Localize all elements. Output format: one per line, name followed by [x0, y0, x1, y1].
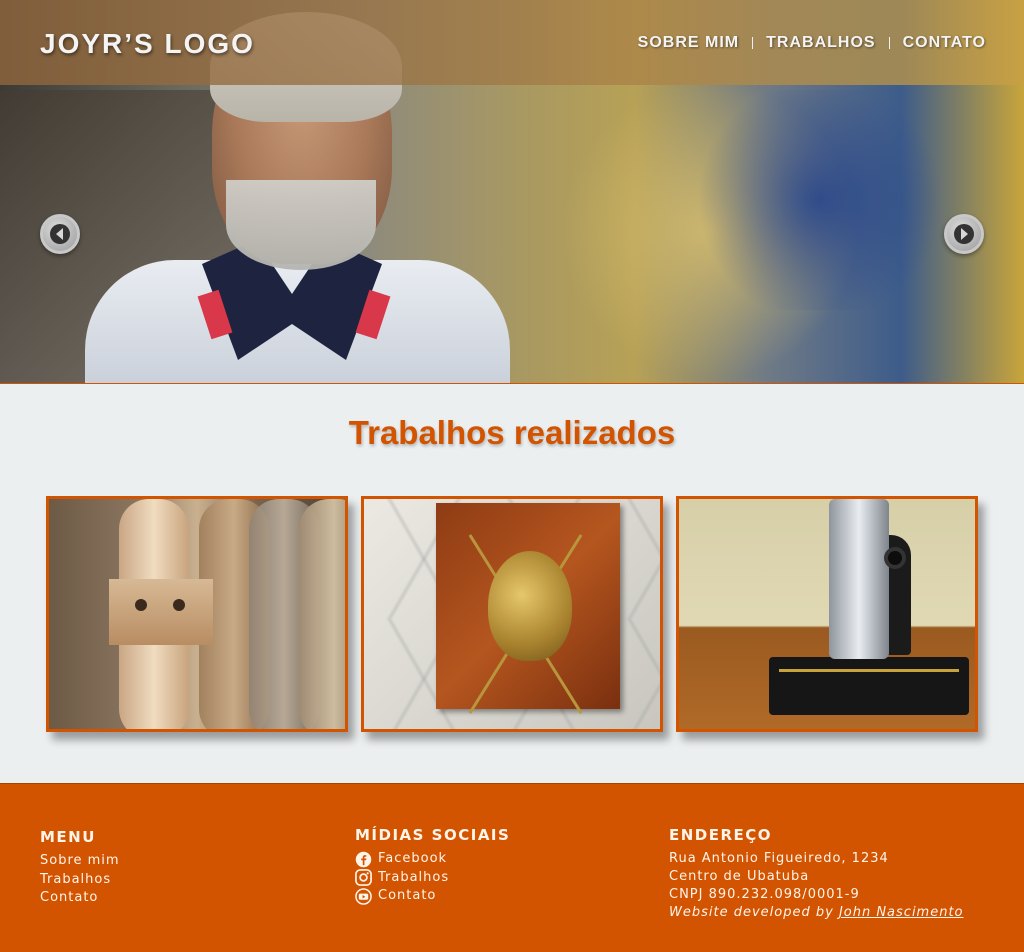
wood-leg-shape: [299, 499, 345, 729]
footer-menu-link-trabalhos[interactable]: Trabalhos: [40, 871, 120, 890]
address-line: CNPJ 890.232.098/0001-9: [669, 887, 860, 902]
site-logo[interactable]: JOYR’S LOGO: [40, 28, 255, 60]
machine-body-shape: [829, 499, 889, 659]
wood-block-shape: [109, 579, 213, 645]
nav-link-sobre-mim[interactable]: SOBRE MIM: [638, 34, 739, 52]
footer-menu-link-sobre-mim[interactable]: Sobre mim: [40, 852, 120, 871]
developer-credit-prefix: Website developed by: [669, 905, 839, 920]
footer-social-label: Facebook: [378, 851, 448, 866]
arrow-left-circle-icon[interactable]: [40, 214, 80, 254]
footer-social-column: MÍDIAS SOCIAIS Facebook Trabalhos Contat…: [355, 826, 510, 906]
work-thumbnail-wood-legs[interactable]: [46, 496, 348, 732]
machine-wheel-shape: [884, 547, 906, 569]
works-gallery: [46, 496, 978, 732]
footer-menu-column: MENU Sobre mim Trabalhos Contato: [40, 828, 120, 908]
footer-social-title: MÍDIAS SOCIAIS: [355, 826, 511, 844]
nav-separator: [752, 37, 754, 49]
arrow-left-icon: [50, 224, 70, 244]
developer-link[interactable]: John Nascimento: [839, 904, 964, 922]
site-footer: MENU Sobre mim Trabalhos Contato MÍDIAS …: [0, 783, 1024, 952]
footer-menu-title: MENU: [40, 828, 96, 846]
footer-menu-link-contato[interactable]: Contato: [40, 889, 120, 908]
facebook-icon: [355, 851, 372, 868]
arrow-right-circle-icon[interactable]: [944, 214, 984, 254]
footer-address-title: ENDEREÇO: [669, 826, 773, 844]
youtube-icon: [355, 887, 372, 905]
hero-person-beard: [226, 180, 376, 270]
wood-hole-shape: [173, 599, 185, 611]
developer-credit: Website developed by John Nascimento: [669, 904, 964, 922]
wood-hole-shape: [135, 599, 147, 611]
nav-link-trabalhos[interactable]: TRABALHOS: [766, 34, 875, 52]
hero-bg-shape: [700, 90, 940, 310]
instagram-icon: [355, 869, 372, 887]
arrow-right-icon: [954, 224, 974, 244]
address-line: Centro de Ubatuba: [669, 869, 810, 884]
main-nav: SOBRE MIM TRABALHOS CONTATO: [638, 34, 986, 52]
machine-bed-trim: [779, 669, 959, 672]
nav-link-contato[interactable]: CONTATO: [903, 34, 986, 52]
footer-social-link-facebook[interactable]: Facebook: [355, 850, 510, 869]
footer-social-label: Trabalhos: [378, 869, 450, 885]
works-title: Trabalhos realizados: [348, 414, 676, 451]
nav-separator: [888, 37, 890, 49]
address-line: Rua Antonio Figueiredo, 1234: [669, 851, 889, 866]
work-thumbnail-sewing-machine[interactable]: [676, 496, 978, 732]
work-thumbnail-plaque[interactable]: [361, 496, 663, 732]
footer-social-link-instagram[interactable]: Trabalhos: [355, 869, 510, 888]
footer-social-link-youtube[interactable]: Contato: [355, 887, 510, 906]
shield-shape: [488, 551, 572, 661]
machine-bed-shape: [769, 657, 969, 715]
footer-address-column: ENDEREÇO Rua Antonio Figueiredo, 1234 Ce…: [669, 826, 964, 922]
hero-banner: JOYR’S LOGO SOBRE MIM TRABALHOS CONTATO: [0, 0, 1024, 384]
footer-social-label: Contato: [378, 888, 437, 903]
